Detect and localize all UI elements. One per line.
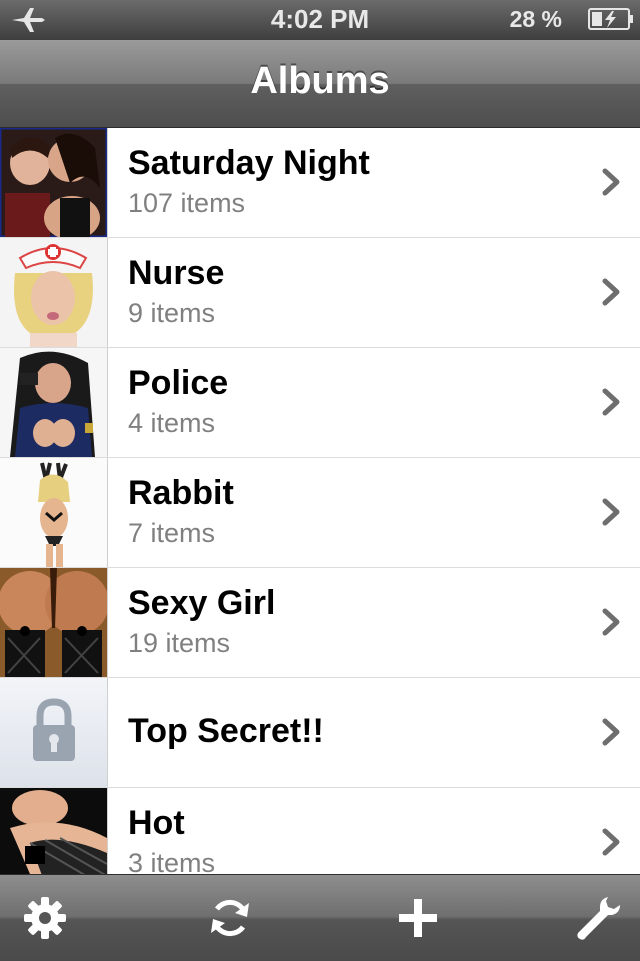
album-thumbnail <box>0 348 108 457</box>
album-title: Sexy Girl <box>128 584 276 622</box>
refresh-icon <box>211 899 249 937</box>
chevron-right-icon <box>602 388 620 416</box>
album-row-hot[interactable]: Hot 3 items <box>0 788 640 874</box>
album-count: 4 items <box>128 408 216 438</box>
add-album-button[interactable] <box>393 893 443 943</box>
album-row-saturday-night[interactable]: Saturday Night 107 items <box>0 128 640 238</box>
navigation-bar: Albums <box>0 40 640 128</box>
plus-icon <box>399 899 437 937</box>
chevron-right-icon <box>602 718 620 746</box>
sync-button[interactable] <box>205 893 255 943</box>
album-count: 9 items <box>128 298 216 328</box>
status-bar: 4:02 PM 28 % <box>0 0 640 40</box>
album-thumbnail <box>0 568 108 677</box>
album-title: Nurse <box>128 254 225 292</box>
tools-button[interactable] <box>572 893 622 943</box>
album-thumbnail <box>0 458 108 567</box>
album-title: Top Secret!! <box>128 712 324 750</box>
album-title: Police <box>128 364 229 402</box>
album-list[interactable]: Saturday Night 107 items Nurse 9 items P… <box>0 128 640 874</box>
album-thumbnail <box>0 788 108 874</box>
album-count: 107 items <box>128 188 246 218</box>
chevron-right-icon <box>602 278 620 306</box>
battery-icon <box>588 8 633 30</box>
bottom-toolbar <box>0 874 640 961</box>
album-thumbnail <box>0 128 108 237</box>
album-thumbnail-locked <box>0 678 108 787</box>
battery-percent: 28 % <box>509 6 562 32</box>
chevron-right-icon <box>602 498 620 526</box>
album-title: Saturday Night <box>128 144 370 182</box>
album-row-nurse[interactable]: Nurse 9 items <box>0 238 640 348</box>
chevron-right-icon <box>602 828 620 856</box>
album-thumbnail <box>0 238 108 347</box>
gear-icon <box>24 897 66 939</box>
album-count: 19 items <box>128 628 231 658</box>
page-title: Albums <box>250 60 390 102</box>
album-row-rabbit[interactable]: Rabbit 7 items <box>0 458 640 568</box>
album-row-top-secret[interactable]: Top Secret!! <box>0 678 640 788</box>
chevron-right-icon <box>602 168 620 196</box>
settings-button[interactable] <box>20 893 70 943</box>
album-title: Rabbit <box>128 474 234 512</box>
album-row-police[interactable]: Police 4 items <box>0 348 640 458</box>
lock-icon <box>33 698 75 761</box>
chevron-right-icon <box>602 608 620 636</box>
wrench-icon <box>577 897 620 940</box>
album-count: 3 items <box>128 848 216 874</box>
album-count: 7 items <box>128 518 216 548</box>
album-title: Hot <box>128 804 185 842</box>
album-row-sexy-girl[interactable]: Sexy Girl 19 items <box>0 568 640 678</box>
